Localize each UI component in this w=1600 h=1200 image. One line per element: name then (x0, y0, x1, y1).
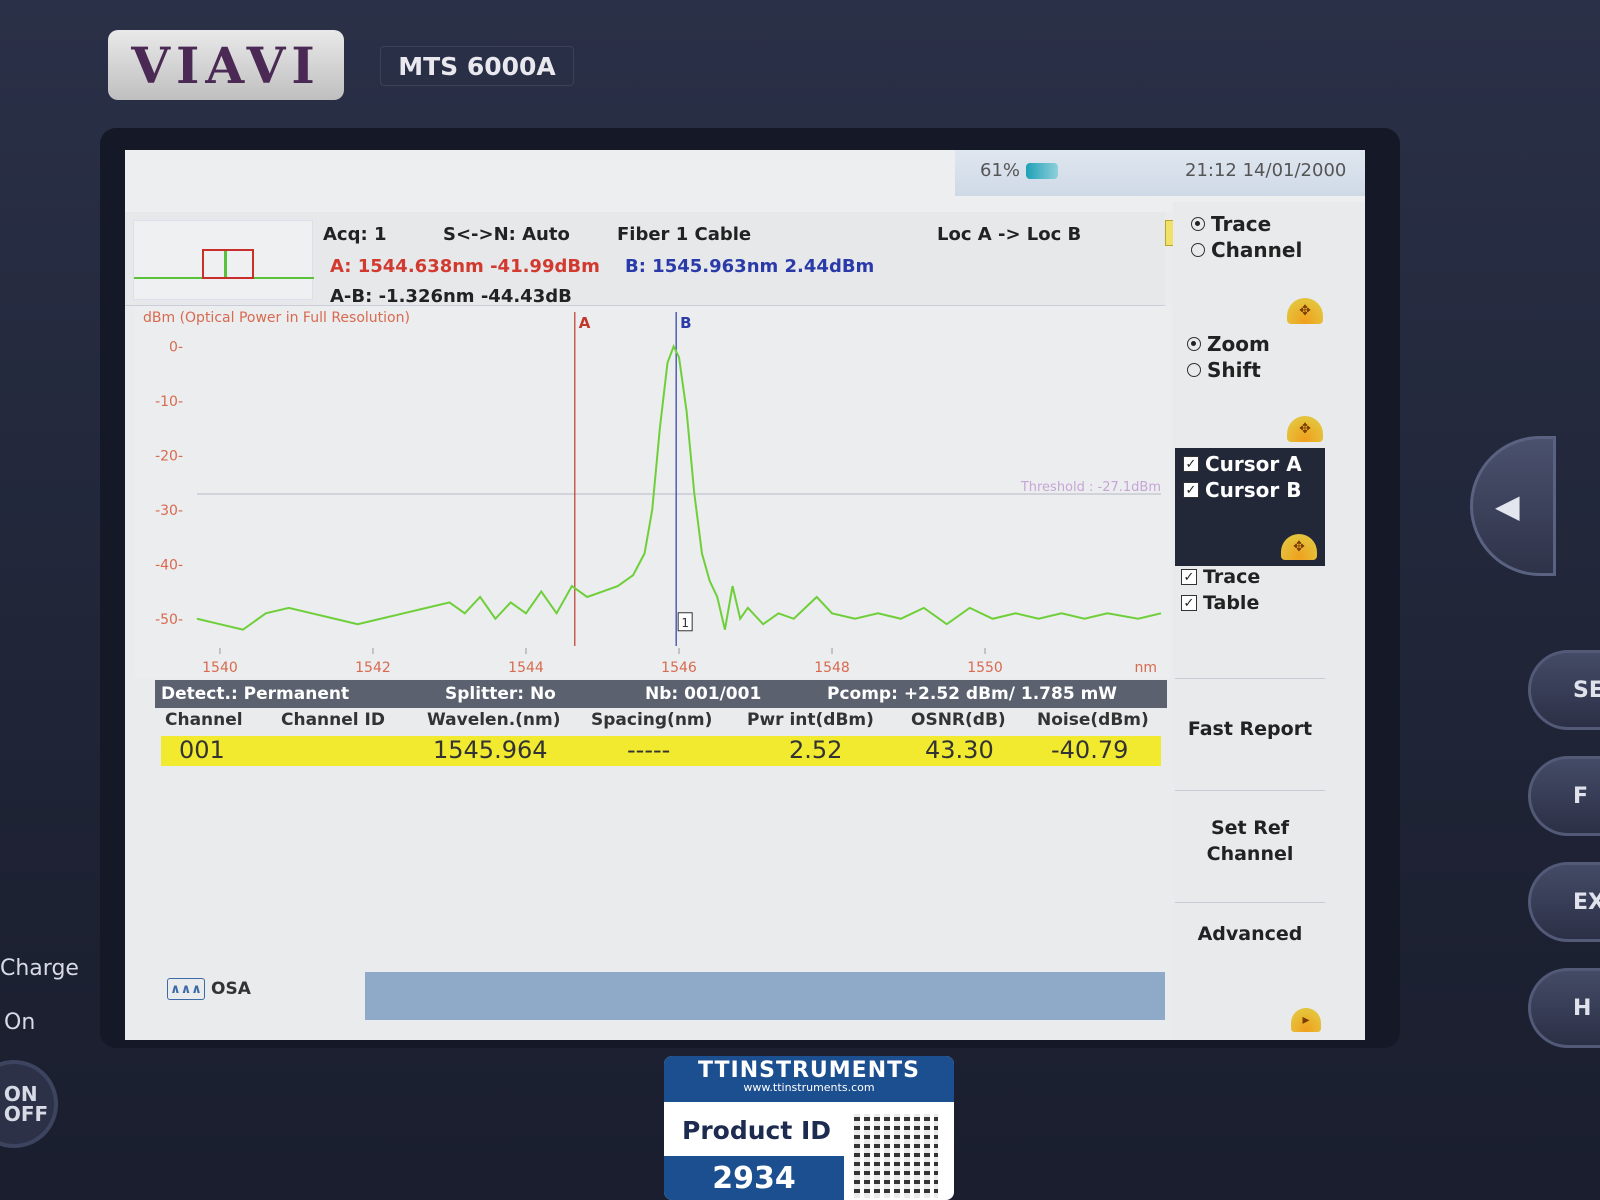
checkbox-show-table[interactable]: ✓ Table (1181, 592, 1259, 614)
radio-trace[interactable]: Trace (1191, 212, 1271, 236)
radio-channel[interactable]: Channel (1191, 238, 1302, 262)
y-tick-label: -30- (155, 503, 183, 519)
battery-icon (1026, 162, 1059, 179)
cell-power: 2.52 (789, 736, 843, 764)
cycle-arrows-icon[interactable]: ✥ (1281, 534, 1317, 560)
x-axis-unit: nm (1134, 660, 1157, 676)
y-tick-label: -20- (155, 448, 183, 464)
radio-on-icon (1191, 217, 1205, 231)
checkbox-show-trace[interactable]: ✓ Trace (1181, 566, 1260, 588)
date: 14/01/2000 (1242, 160, 1347, 181)
check-icon: ✓ (1181, 595, 1197, 611)
check-icon: ✓ (1183, 456, 1199, 472)
measurement-info: Acq: 1 S<->N: Auto Fiber 1 Cable Loc A -… (125, 212, 1165, 307)
radio-off-icon (1191, 243, 1205, 257)
x-tick-label: 1542 (355, 660, 391, 676)
col-osnr: OSNR(dB) (911, 710, 1006, 730)
y-tick-label: -10- (155, 394, 183, 410)
checkbox-cursor-b[interactable]: ✓ Cursor B (1183, 478, 1302, 502)
location-label: Loc A -> Loc B (937, 224, 1082, 245)
check-icon: ✓ (1181, 569, 1197, 585)
overview-thumbnail[interactable] (133, 220, 314, 300)
cell-noise: -40.79 (1051, 736, 1129, 764)
on-label: On (4, 1010, 36, 1035)
sticker-brand: TTINSTRUMENTS (698, 1058, 920, 1083)
hardware-button-home[interactable]: H (1528, 968, 1600, 1048)
x-tick-label: 1548 (814, 660, 850, 676)
cell-channel: 001 (179, 736, 225, 764)
next-page-icon[interactable]: ▸ (1291, 1008, 1321, 1032)
spectrum-plot[interactable]: 0- -10- -20- -30- -40- -50- 1540 1542 1544 1546 15… (135, 306, 1171, 678)
fast-report-button[interactable]: Fast Report (1175, 678, 1325, 778)
hardware-button-setup[interactable]: SE (1528, 650, 1600, 730)
check-icon: ✓ (1183, 482, 1199, 498)
device-bezel: VIAVI MTS 6000A 61% 21:12 14/01/2000 Acq… (0, 0, 1600, 1200)
arrow-left-icon: ◀ (1495, 487, 1520, 525)
cursor-a-label: A (579, 314, 591, 332)
cell-spacing: ----- (627, 736, 671, 764)
product-id-label: Product ID (682, 1116, 832, 1145)
cursor-a-readout: A: 1544.638nm -41.99dBm (330, 256, 600, 277)
product-sticker: TTINSTRUMENTS www.ttinstruments.com Prod… (664, 1056, 954, 1200)
detect-label: Detect.: Permanent (161, 684, 350, 704)
radio-zoom[interactable]: Zoom (1187, 332, 1270, 356)
table-row[interactable]: 001 1545.964 ----- 2.52 43.30 -40.79 (161, 736, 1161, 766)
cursor-b-label: B (680, 314, 691, 332)
cell-wavelength: 1545.964 (433, 736, 548, 764)
hardware-button-file[interactable]: F (1528, 756, 1600, 836)
fiber-label: Fiber 1 Cable (617, 224, 752, 245)
model-label: MTS 6000A (380, 46, 574, 86)
pcomp-label: Pcomp: +2.52 dBm/ 1.785 mW (827, 684, 1118, 704)
radio-off-icon (1187, 363, 1201, 377)
channel-marker-label: 1 (681, 616, 689, 630)
x-tick-label: 1544 (508, 660, 544, 676)
hardware-button-exit[interactable]: EXI (1528, 862, 1600, 942)
bottom-status-bar (365, 972, 1165, 1020)
x-tick-label: 1546 (661, 660, 697, 676)
spectrum-chart[interactable]: dBm (Optical Power in Full Resolution) 0… (135, 306, 1171, 678)
battery-percent: 61% (980, 160, 1021, 181)
dpad-left-button[interactable]: ◀ (1470, 436, 1556, 576)
y-tick-label: 0- (169, 339, 183, 355)
clock: 21:12 14/01/2000 (1185, 160, 1346, 181)
delta-readout: A-B: -1.326nm -44.43dB (330, 286, 572, 307)
product-id-number: 2934 (664, 1156, 844, 1200)
advanced-button[interactable]: Advanced (1175, 902, 1325, 1002)
cell-osnr: 43.30 (925, 736, 994, 764)
splitter-label: Splitter: No (445, 684, 556, 704)
summary-strip: Detect.: Permanent Splitter: No Nb: 001/… (155, 680, 1167, 708)
battery-indicator: 61% (980, 160, 1059, 181)
time: 21:12 (1185, 160, 1237, 181)
channel-table-header: Channel Channel ID Wavelen.(nm) Spacing(… (155, 710, 1167, 736)
radio-on-icon (1187, 337, 1201, 351)
sn-label: S<->N: Auto (443, 224, 570, 245)
spectrum-icon: ∧∧∧ (167, 978, 205, 1000)
col-spacing: Spacing(nm) (591, 710, 713, 730)
power-button[interactable]: ON OFF (0, 1060, 58, 1148)
screen: 61% 21:12 14/01/2000 Acq: 1 S<->N: Auto … (125, 150, 1365, 1040)
radio-shift[interactable]: Shift (1187, 358, 1261, 382)
x-tick-label: 1540 (202, 660, 238, 676)
col-channel: Channel (165, 710, 243, 730)
threshold-label: Threshold : -27.1dBm (1020, 480, 1161, 495)
cursor-block: ✓ Cursor A ✓ Cursor B ✥ (1175, 448, 1325, 566)
acq-label: Acq: 1 (323, 224, 387, 245)
osa-app-tab[interactable]: ∧∧∧ OSA (167, 978, 251, 1000)
charge-label: Charge (0, 956, 79, 981)
y-tick-label: -40- (155, 557, 183, 573)
y-tick-label: -50- (155, 612, 183, 628)
col-wavelength: Wavelen.(nm) (427, 710, 561, 730)
col-power: Pwr int(dBm) (747, 710, 874, 730)
x-tick-label: 1550 (967, 660, 1003, 676)
col-channel-id: Channel ID (281, 710, 385, 730)
spectrum-trace (196, 343, 1162, 631)
zoom-window[interactable] (202, 249, 254, 279)
set-ref-channel-button[interactable]: Set Ref Channel (1175, 790, 1325, 890)
cursor-b-readout: B: 1545.963nm 2.44dBm (625, 256, 875, 277)
nb-label: Nb: 001/001 (645, 684, 762, 704)
col-noise: Noise(dBm) (1037, 710, 1149, 730)
checkbox-cursor-a[interactable]: ✓ Cursor A (1183, 452, 1302, 476)
brand-logo: VIAVI (108, 30, 344, 100)
